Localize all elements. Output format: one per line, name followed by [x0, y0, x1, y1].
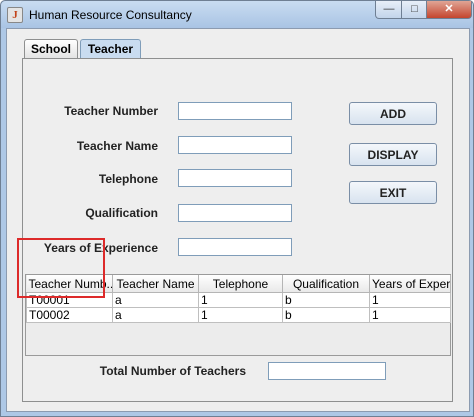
telephone-label: Telephone: [98, 172, 158, 186]
table-cell[interactable]: 1: [369, 307, 451, 323]
table-cell[interactable]: T00002: [26, 307, 113, 323]
teacher-panel: Teacher Number Teacher Name Telephone Qu…: [22, 58, 453, 402]
table-row[interactable]: T00002 a 1 b 1: [26, 307, 451, 323]
table-cell[interactable]: a: [112, 307, 199, 323]
telephone-field[interactable]: [178, 169, 292, 187]
maximize-button[interactable]: □: [401, 1, 428, 19]
add-button[interactable]: ADD: [349, 102, 437, 125]
table-row[interactable]: T00001 a 1 b 1: [26, 292, 451, 308]
tab-school[interactable]: School: [24, 39, 78, 58]
teacher-name-label: Teacher Name: [76, 139, 158, 153]
total-teachers-field[interactable]: [268, 362, 386, 380]
window-title: Human Resource Consultancy: [29, 8, 192, 22]
teacher-name-field[interactable]: [178, 136, 292, 154]
close-button[interactable]: ✕: [426, 1, 472, 19]
column-header-experience[interactable]: Years of Experi...: [369, 275, 451, 293]
java-icon: J: [7, 7, 23, 23]
table-header-row: Teacher Numb... Teacher Name Telephone Q…: [26, 275, 451, 293]
tab-teacher[interactable]: Teacher: [80, 39, 141, 58]
table-cell[interactable]: a: [112, 292, 199, 308]
qualification-field[interactable]: [178, 204, 292, 222]
display-button[interactable]: DISPLAY: [349, 143, 437, 166]
title-bar[interactable]: J Human Resource Consultancy — □ ✕: [1, 1, 473, 28]
experience-label: Years of Experience: [43, 241, 158, 255]
teacher-table[interactable]: Teacher Numb... Teacher Name Telephone Q…: [25, 274, 451, 356]
table-cell[interactable]: 1: [198, 307, 283, 323]
qualification-label: Qualification: [85, 206, 158, 220]
table-cell[interactable]: b: [282, 292, 370, 308]
teacher-number-field[interactable]: [178, 102, 292, 120]
exit-button[interactable]: EXIT: [349, 181, 437, 204]
column-header-qualification[interactable]: Qualification: [282, 275, 370, 293]
column-header-teacher-name[interactable]: Teacher Name: [112, 275, 199, 293]
table-cell[interactable]: 1: [369, 292, 451, 308]
minimize-button[interactable]: —: [375, 1, 403, 19]
table-cell[interactable]: 1: [198, 292, 283, 308]
experience-field[interactable]: [178, 238, 292, 256]
application-window: J Human Resource Consultancy — □ ✕ Schoo…: [0, 0, 474, 417]
column-header-teacher-number[interactable]: Teacher Numb...: [26, 275, 113, 293]
client-area: School Teacher Teacher Number Teacher Na…: [6, 28, 470, 412]
teacher-number-label: Teacher Number: [64, 104, 158, 118]
table-cell[interactable]: T00001: [26, 292, 113, 308]
column-header-telephone[interactable]: Telephone: [198, 275, 283, 293]
table-cell[interactable]: b: [282, 307, 370, 323]
total-teachers-label: Total Number of Teachers: [99, 364, 246, 378]
